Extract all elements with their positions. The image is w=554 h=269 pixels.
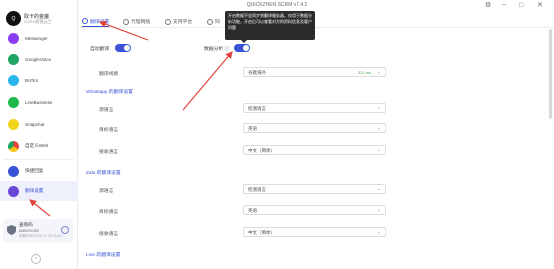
arrow-to-toggle bbox=[182, 51, 233, 111]
arrow-to-tab bbox=[98, 20, 149, 41]
annotation-arrows bbox=[29, 20, 233, 217]
arrow-to-sidebar bbox=[29, 199, 51, 217]
